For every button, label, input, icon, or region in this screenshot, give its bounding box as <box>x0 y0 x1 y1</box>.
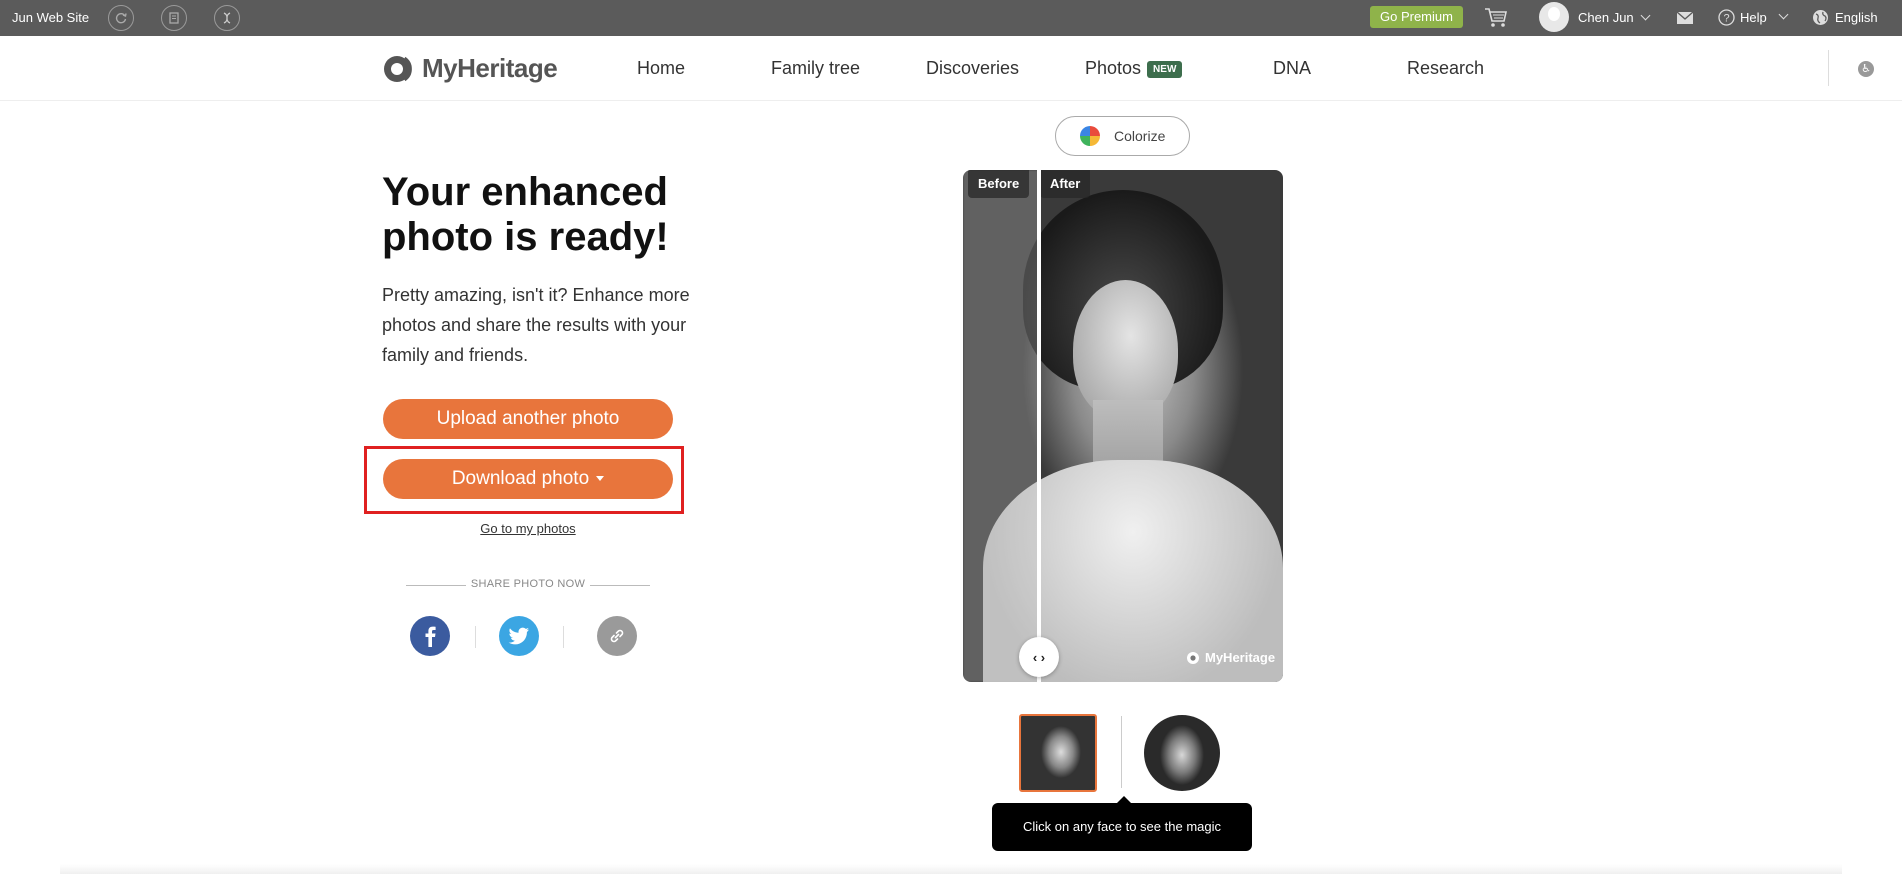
myheritage-logo[interactable]: MyHeritage <box>382 53 558 84</box>
upload-another-photo-button[interactable]: Upload another photo <box>383 399 673 439</box>
share-divider-left <box>406 585 466 586</box>
help-menu[interactable]: ? Help <box>1718 9 1789 26</box>
dna-icon[interactable] <box>214 5 240 31</box>
user-avatar[interactable] <box>1539 2 1569 32</box>
before-label: Before <box>968 170 1030 198</box>
share-separator <box>563 626 564 648</box>
go-to-my-photos-link[interactable]: Go to my photos <box>383 521 673 536</box>
photo-watermark: MyHeritage <box>1186 650 1275 665</box>
enhanced-photo[interactable]: Before After <box>963 170 1283 682</box>
new-badge: NEW <box>1147 61 1183 78</box>
user-menu[interactable]: Chen Jun <box>1578 10 1651 25</box>
after-label: After <box>1040 170 1091 198</box>
face-tooltip: Click on any face to see the magic <box>992 796 1252 851</box>
before-region <box>963 170 1039 682</box>
nav-family-tree[interactable]: Family tree <box>771 58 860 79</box>
svg-text:?: ? <box>1723 13 1729 25</box>
colorize-button[interactable]: Colorize <box>1055 116 1190 156</box>
watermark-logo-icon <box>1187 651 1199 664</box>
logo-text: MyHeritage <box>422 53 558 83</box>
chevron-down-icon <box>1640 10 1651 21</box>
facebook-share-button[interactable] <box>410 616 450 656</box>
go-premium-button[interactable]: Go Premium <box>1370 6 1463 28</box>
chevron-down-icon <box>1778 9 1789 20</box>
share-separator <box>475 626 476 648</box>
mail-icon[interactable] <box>1676 11 1694 28</box>
nav-discoveries[interactable]: Discoveries <box>926 58 1019 79</box>
user-name-label: Chen Jun <box>1578 10 1634 25</box>
colorize-label: Colorize <box>1114 128 1166 144</box>
copy-link-button[interactable] <box>597 616 637 656</box>
comparison-divider[interactable] <box>1037 170 1041 682</box>
photo-face <box>1073 280 1178 420</box>
accessibility-icon[interactable]: ♿ <box>1858 61 1874 77</box>
document-icon[interactable] <box>161 5 187 31</box>
share-divider-right <box>590 585 650 586</box>
top-utility-bar: Jun Web Site Go Premium Chen Jun ? Help … <box>0 0 1902 36</box>
nav-photos[interactable]: Photos NEW <box>1085 58 1183 80</box>
face-thumbnail-full-photo[interactable] <box>1019 714 1097 792</box>
link-icon <box>610 629 624 643</box>
colorize-icon <box>1080 126 1100 146</box>
nav-home[interactable]: Home <box>637 58 685 79</box>
page-headline: Your enhanced photo is ready! <box>382 170 669 259</box>
cart-icon[interactable] <box>1483 5 1509 32</box>
nav-dna[interactable]: DNA <box>1273 58 1311 79</box>
watermark-text: MyHeritage <box>1205 650 1276 665</box>
nav-divider <box>1828 50 1829 86</box>
face-thumbnail-face[interactable] <box>1144 715 1220 791</box>
twitter-icon <box>508 627 529 645</box>
bottom-shadow <box>60 864 1842 874</box>
thumbnail-separator <box>1121 716 1122 788</box>
comparison-slider-handle[interactable]: ‹ › <box>1019 637 1059 677</box>
site-name-link[interactable]: Jun Web Site <box>12 10 89 25</box>
main-navigation: MyHeritage Home Family tree Discoveries … <box>0 36 1902 101</box>
share-label: SHARE PHOTO NOW <box>470 578 586 590</box>
language-selector[interactable]: English <box>1812 9 1878 26</box>
language-label: English <box>1835 10 1878 25</box>
help-label: Help <box>1740 10 1767 25</box>
highlight-box <box>364 446 684 514</box>
help-icon: ? <box>1718 9 1735 26</box>
globe-icon <box>1813 10 1828 25</box>
twitter-share-button[interactable] <box>499 616 539 656</box>
nav-photos-label: Photos <box>1085 58 1142 78</box>
facebook-icon <box>425 626 436 647</box>
nav-research[interactable]: Research <box>1407 58 1484 79</box>
page-subtitle: Pretty amazing, isn't it? Enhance more p… <box>382 285 690 365</box>
sync-icon[interactable] <box>108 5 134 31</box>
logo-icon <box>384 55 412 82</box>
